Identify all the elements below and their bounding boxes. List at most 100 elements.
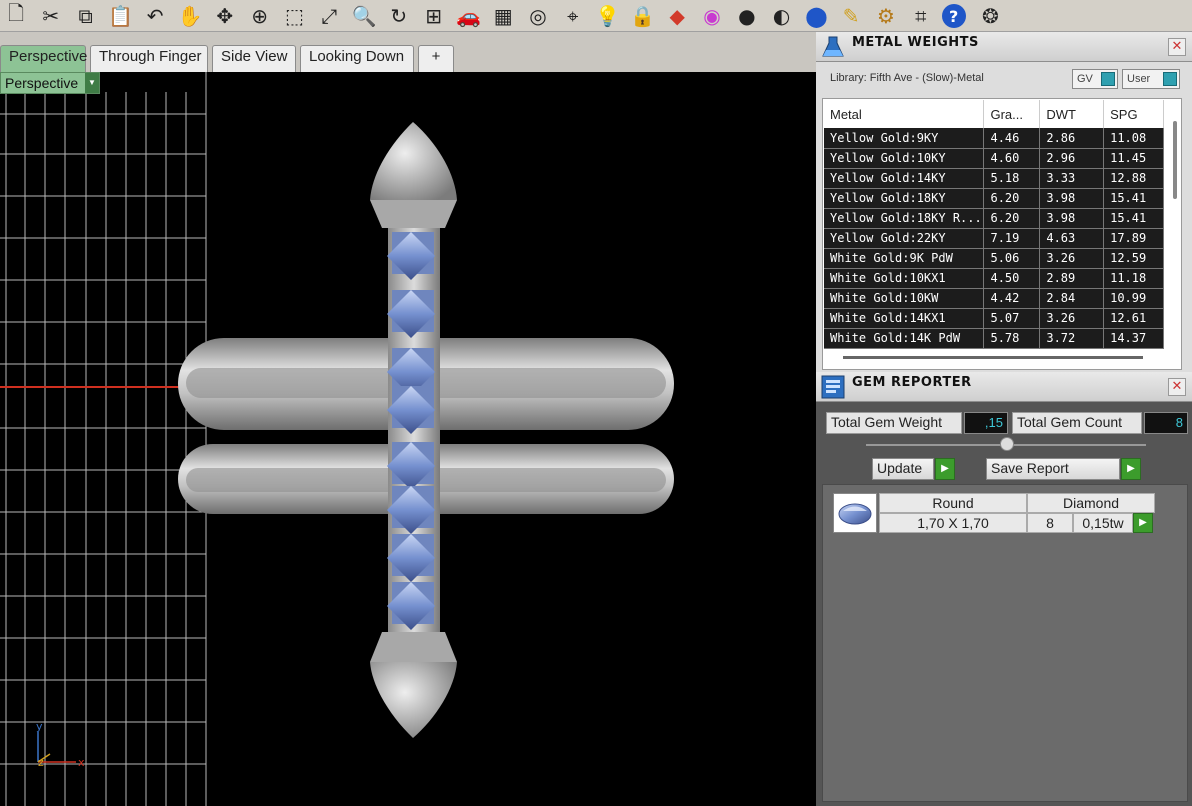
snap-icon[interactable]: ⌖ bbox=[559, 2, 587, 30]
dwt-cell: 2.86 bbox=[1039, 128, 1105, 149]
table-row[interactable]: White Gold:14K PdW 5.78 3.72 14.37 bbox=[824, 328, 1164, 349]
tab-looking-down[interactable]: Looking Down bbox=[300, 45, 414, 72]
paste-icon[interactable]: 📋 bbox=[106, 2, 134, 30]
metal-cell: Yellow Gold:14KY bbox=[824, 168, 985, 189]
rotate-view-icon[interactable]: ↻ bbox=[385, 2, 413, 30]
update-go-icon[interactable]: ▶ bbox=[935, 458, 955, 480]
table-header-row: Metal Gra... DWT SPG bbox=[824, 100, 1164, 128]
grams-cell: 7.19 bbox=[983, 228, 1041, 249]
gem-report-icon bbox=[821, 375, 845, 399]
dwt-cell: 3.98 bbox=[1039, 188, 1105, 209]
table-vertical-scrollbar[interactable] bbox=[1173, 121, 1177, 199]
dwt-cell: 2.89 bbox=[1039, 268, 1105, 289]
axis-label-x: x bbox=[78, 756, 85, 769]
grams-cell: 5.18 bbox=[983, 168, 1041, 189]
table-row[interactable]: White Gold:10KX1 4.50 2.89 11.18 bbox=[824, 268, 1164, 289]
gem-reporter-title: GEM REPORTER bbox=[852, 375, 972, 390]
table-row[interactable]: Yellow Gold:14KY 5.18 3.33 12.88 bbox=[824, 168, 1164, 189]
table-row[interactable]: Yellow Gold:18KY 6.20 3.98 15.41 bbox=[824, 188, 1164, 209]
viewport-menu-arrow-icon[interactable]: ▼ bbox=[85, 73, 99, 93]
tab-side-view[interactable]: Side View bbox=[212, 45, 296, 72]
table-row[interactable]: White Gold:10KW 4.42 2.84 10.99 bbox=[824, 288, 1164, 309]
metal-cell: Yellow Gold:9KY bbox=[824, 128, 985, 149]
viewport-tab-bar: Perspective Through Finger Side View Loo… bbox=[0, 32, 816, 72]
metal-cell: White Gold:9K PdW bbox=[824, 248, 985, 269]
column-header-dwt[interactable]: DWT bbox=[1039, 100, 1105, 128]
total-gem-count-label: Total Gem Count bbox=[1012, 412, 1142, 434]
gv-toggle[interactable]: GV bbox=[1072, 69, 1118, 89]
library-label: Library: Fifth Ave - (Slow)-Metal bbox=[830, 72, 984, 84]
new-file-icon[interactable]: 🗋 bbox=[2, 1, 30, 30]
main-toolbar: 🗋 ✂ ⧉ 📋 ↶ ✋ ✥ ⊕ ⬚ ⤢ 🔍 ↻ ⊞ 🚗 ▦ ◎ ⌖ 💡 🔒 ◆ ◉ ● ◐ ⬤ ✎ ⚙ ⌗? ❂ bbox=[0, 0, 1192, 32]
target-icon[interactable]: ◎ bbox=[524, 2, 552, 30]
gem-detail-go-icon[interactable]: ▶ bbox=[1133, 513, 1153, 533]
sphere-gray-icon[interactable]: ● bbox=[733, 2, 761, 30]
render-icon[interactable]: ◆ bbox=[663, 2, 691, 30]
pencil-icon[interactable]: ✎ bbox=[837, 2, 865, 30]
dwt-cell: 2.96 bbox=[1039, 148, 1105, 169]
copy-icon[interactable]: ⧉ bbox=[72, 2, 100, 30]
lock-icon[interactable]: 🔒 bbox=[628, 2, 656, 30]
viewport-label[interactable]: Perspective ▼ bbox=[0, 72, 100, 94]
car-icon[interactable]: 🚗 bbox=[454, 2, 482, 30]
save-report-button[interactable]: Save Report ▶ bbox=[986, 458, 1141, 480]
table-row[interactable]: Yellow Gold:10KY 4.60 2.96 11.45 bbox=[824, 148, 1164, 169]
gear-icon[interactable]: ⚙ bbox=[872, 2, 900, 30]
sphere-blue-icon[interactable]: ⬤ bbox=[802, 2, 830, 30]
help-icon[interactable]: ? bbox=[941, 4, 966, 28]
metal-weights-close-icon[interactable]: ✕ bbox=[1168, 38, 1186, 56]
user-toggle-knob bbox=[1163, 72, 1177, 86]
gem-material-cell: Diamond bbox=[1027, 493, 1155, 513]
bulb-icon[interactable]: 💡 bbox=[594, 2, 622, 30]
metal-cell: Yellow Gold:18KY bbox=[824, 188, 985, 209]
ring-model bbox=[178, 122, 674, 738]
spg-cell: 12.88 bbox=[1103, 168, 1164, 189]
color-palette-icon[interactable]: ❂ bbox=[976, 2, 1004, 30]
metal-cell: White Gold:10KX1 bbox=[824, 268, 985, 289]
viewport-scene bbox=[0, 72, 674, 806]
column-header-metal[interactable]: Metal bbox=[824, 100, 985, 128]
gem-list: Round Diamond 1,70 X 1,70 8 0,15tw ▶ bbox=[822, 484, 1188, 802]
color-wheel-icon[interactable]: ◉ bbox=[698, 2, 726, 30]
table-row[interactable]: Yellow Gold:9KY 4.46 2.86 11.08 bbox=[824, 128, 1164, 149]
dwt-cell: 3.33 bbox=[1039, 168, 1105, 189]
zoom-selected-icon[interactable]: 🔍 bbox=[350, 2, 378, 30]
zoom-extents-icon[interactable]: ⤢ bbox=[315, 2, 343, 30]
update-button[interactable]: Update ▶ bbox=[872, 458, 955, 480]
grams-cell: 4.50 bbox=[983, 268, 1041, 289]
grams-cell: 4.60 bbox=[983, 148, 1041, 169]
metal-cell: Yellow Gold:22KY bbox=[824, 228, 985, 249]
save-report-go-icon[interactable]: ▶ bbox=[1121, 458, 1141, 480]
table-horizontal-scrollbar[interactable] bbox=[843, 356, 1143, 359]
pan-hand-icon[interactable]: ✋ bbox=[176, 2, 204, 30]
spg-cell: 11.18 bbox=[1103, 268, 1164, 289]
grid-icon[interactable]: ▦ bbox=[489, 2, 517, 30]
move-icon[interactable]: ✥ bbox=[211, 2, 239, 30]
table-row[interactable]: White Gold:14KX1 5.07 3.26 12.61 bbox=[824, 308, 1164, 329]
cut-icon[interactable]: ✂ bbox=[37, 2, 65, 30]
table-row[interactable]: Yellow Gold:22KY 7.19 4.63 17.89 bbox=[824, 228, 1164, 249]
crop-icon[interactable]: ⌗ bbox=[907, 2, 935, 30]
gem-slider-knob[interactable] bbox=[1000, 437, 1014, 451]
column-header-grams[interactable]: Gra... bbox=[983, 100, 1041, 128]
table-row[interactable]: Yellow Gold:18KY R... 6.20 3.98 15.41 bbox=[824, 208, 1164, 229]
sphere-shaded-icon[interactable]: ◐ bbox=[768, 2, 796, 30]
metal-weights-table[interactable]: Metal Gra... DWT SPG Yellow Gold:9KY 4.46… bbox=[822, 98, 1182, 370]
tab-through-finger[interactable]: Through Finger bbox=[90, 45, 208, 72]
gem-reporter-close-icon[interactable]: ✕ bbox=[1168, 378, 1186, 396]
undo-icon[interactable]: ↶ bbox=[141, 2, 169, 30]
add-tab-button[interactable]: + bbox=[418, 45, 454, 72]
round-diamond-thumbnail-icon bbox=[833, 493, 877, 533]
dwt-cell: 4.63 bbox=[1039, 228, 1105, 249]
zoom-window-icon[interactable]: ⬚ bbox=[280, 2, 308, 30]
zoom-in-icon[interactable]: ⊕ bbox=[246, 2, 274, 30]
table-row[interactable]: White Gold:9K PdW 5.06 3.26 12.59 bbox=[824, 248, 1164, 269]
four-viewports-icon[interactable]: ⊞ bbox=[420, 2, 448, 30]
tab-perspective[interactable]: Perspective bbox=[0, 45, 87, 72]
dwt-cell: 3.98 bbox=[1039, 208, 1105, 229]
perspective-viewport[interactable]: y x z Perspective ▼ bbox=[0, 72, 816, 806]
column-header-spg[interactable]: SPG bbox=[1103, 100, 1164, 128]
grams-cell: 4.42 bbox=[983, 288, 1041, 309]
user-toggle[interactable]: User bbox=[1122, 69, 1180, 89]
dwt-cell: 2.84 bbox=[1039, 288, 1105, 309]
